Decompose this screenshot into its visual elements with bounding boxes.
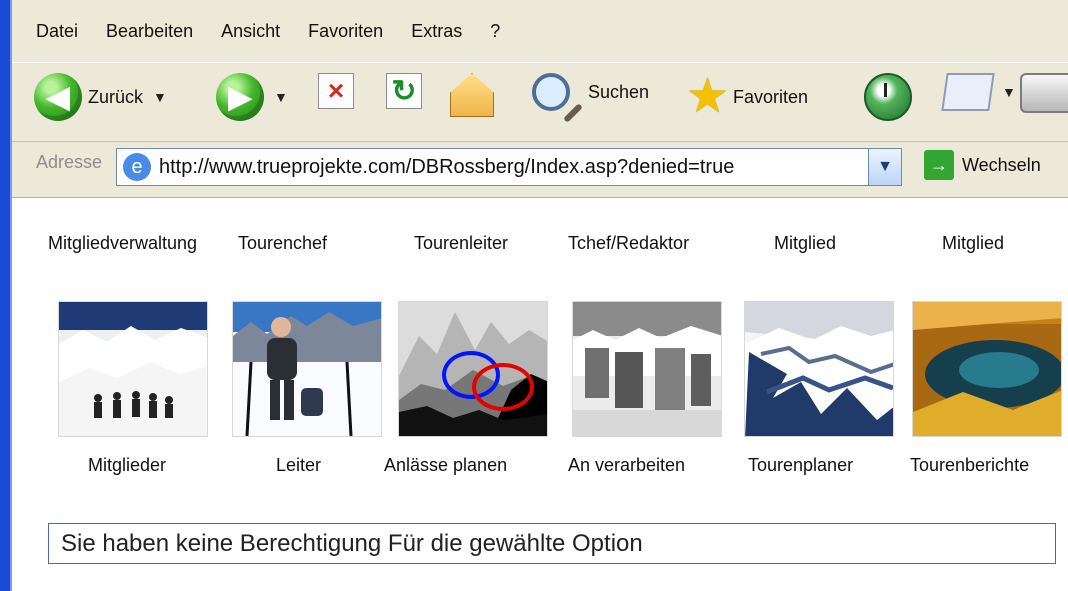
go-label: Wechseln <box>962 154 1041 175</box>
go-arrow-icon: → <box>924 150 954 180</box>
favorites-button[interactable]: ★ Favoriten <box>686 73 808 121</box>
tile-label-leiter: Leiter <box>276 455 322 475</box>
menu-ansicht[interactable]: Ansicht <box>221 21 280 42</box>
tile-label-tourenplaner: Tourenplaner <box>748 455 854 475</box>
history-button[interactable] <box>864 73 912 121</box>
back-dropdown-icon[interactable]: ▼ <box>153 89 167 105</box>
home-button[interactable] <box>450 73 494 117</box>
tile-label-an-verarbeiten: An verarbeiten <box>568 455 686 475</box>
menu-datei[interactable]: Datei <box>36 21 78 42</box>
window-frame-left <box>0 0 12 591</box>
menu-bar: Datei Bearbeiten Ansicht Favoriten Extra… <box>12 0 1068 62</box>
mail-icon <box>941 73 995 111</box>
tourenplaner-image <box>745 302 893 436</box>
menu-extras[interactable]: Extras <box>411 21 462 42</box>
permission-message: Sie haben keine Berechtigung Für die gew… <box>48 523 1056 564</box>
mitglieder-image <box>59 302 207 436</box>
go-button[interactable]: → Wechseln <box>924 150 1041 180</box>
back-label: Zurück <box>88 86 144 107</box>
tile-tourenplaner[interactable] <box>744 301 894 437</box>
search-icon <box>532 73 570 111</box>
address-dropdown-icon[interactable]: ▼ <box>868 148 902 186</box>
browser-chrome: Datei Bearbeiten Ansicht Favoriten Extra… <box>12 0 1068 198</box>
search-button[interactable]: Suchen <box>532 73 649 111</box>
tile-tourenberichte[interactable] <box>912 301 1062 437</box>
menu-help[interactable]: ? <box>490 21 500 42</box>
refresh-button[interactable]: ↻ <box>386 73 422 109</box>
address-bar: Adresse e http://www.trueprojekte.com/DB… <box>12 140 1068 196</box>
tourenberichte-image <box>913 302 1061 436</box>
tile-label-tourenberichte: Tourenberichte <box>910 455 1030 475</box>
column-header-mitglied-1: Mitglied <box>774 233 837 253</box>
page-content: Mitgliedverwaltung Tourenchef Tourenleit… <box>12 197 1068 591</box>
column-header-tchef-redaktor: Tchef/Redaktor <box>568 233 690 253</box>
menu-favoriten[interactable]: Favoriten <box>308 21 383 42</box>
forward-button[interactable]: ▶ ▼ <box>216 73 288 121</box>
tile-mitglieder[interactable] <box>58 301 208 437</box>
column-header-mitgliedverwaltung: Mitgliedverwaltung <box>48 233 198 253</box>
printer-icon <box>1020 73 1068 113</box>
address-url: http://www.trueprojekte.com/DBRossberg/I… <box>159 155 735 178</box>
tile-an-verarbeiten[interactable] <box>572 301 722 437</box>
back-button[interactable]: ◀ Zurück ▼ <box>34 73 167 121</box>
permission-message-text: Sie haben keine Berechtigung Für die gew… <box>61 529 643 557</box>
address-label: Adresse <box>36 152 103 172</box>
stop-icon: × <box>318 73 354 109</box>
column-header-tourenchef: Tourenchef <box>238 233 328 253</box>
toolbar: ◀ Zurück ▼ ▶ ▼ × ↻ Suchen ★ Favoriten ▼ <box>12 62 1068 142</box>
tile-label-anlaesse-planen: Anlässe planen <box>384 455 508 475</box>
tile-leiter[interactable] <box>232 301 382 437</box>
stop-button[interactable]: × <box>318 73 354 109</box>
print-button[interactable] <box>1020 73 1068 113</box>
column-header-mitglied-2: Mitglied <box>942 233 1005 253</box>
forward-dropdown-icon[interactable]: ▼ <box>274 89 288 105</box>
favorites-label: Favoriten <box>733 86 809 107</box>
address-input[interactable]: e http://www.trueprojekte.com/DBRossberg… <box>116 148 902 186</box>
ie-page-icon: e <box>123 153 151 181</box>
leiter-image <box>233 302 381 436</box>
mail-button[interactable]: ▼ <box>941 73 1016 111</box>
mail-dropdown-icon[interactable]: ▼ <box>1002 84 1016 100</box>
home-icon <box>450 73 494 117</box>
search-label: Suchen <box>588 81 650 102</box>
back-arrow-icon: ◀ <box>34 73 82 121</box>
column-header-tourenleiter: Tourenleiter <box>414 233 509 253</box>
red-highlight-ring <box>472 363 534 411</box>
tile-label-mitglieder: Mitglieder <box>88 455 167 475</box>
menu-bearbeiten[interactable]: Bearbeiten <box>106 21 193 42</box>
an-verarbeiten-image <box>573 302 721 436</box>
refresh-icon: ↻ <box>386 73 422 109</box>
history-icon <box>864 73 912 121</box>
forward-arrow-icon: ▶ <box>216 73 264 121</box>
star-icon: ★ <box>686 70 730 123</box>
